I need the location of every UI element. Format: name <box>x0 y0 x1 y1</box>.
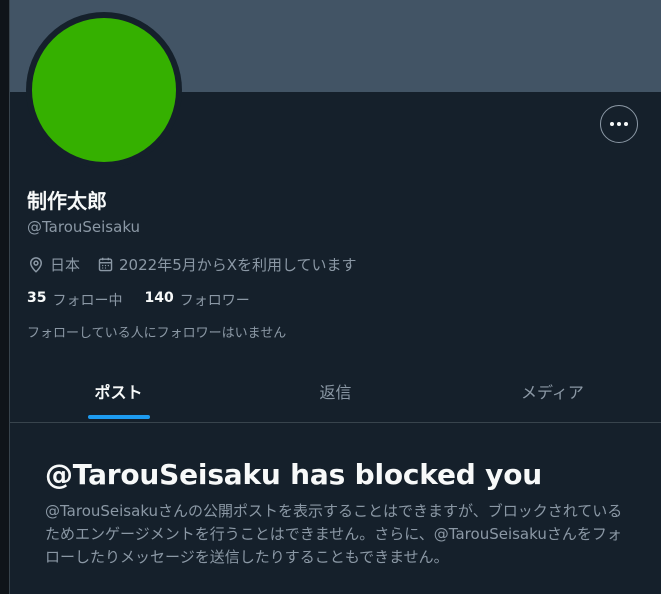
location-pin-icon <box>27 256 45 274</box>
following-link[interactable]: 35 フォロー中 <box>27 290 122 310</box>
left-edge <box>0 0 9 594</box>
tab-label: メディア <box>521 382 584 402</box>
blocked-description: @TarouSeisakuさんの公開ポストを表示することはできますが、ブロックさ… <box>45 502 623 566</box>
tab-posts[interactable]: ポスト <box>10 360 227 421</box>
avatar-image <box>32 18 176 162</box>
avatar[interactable] <box>26 12 182 168</box>
profile-meta: 日本 2022年5月からXを利用しています <box>27 254 357 275</box>
user-handle: @TarouSeisaku <box>27 218 141 236</box>
more-horizontal-icon <box>610 122 614 126</box>
follow-stats: 35 フォロー中 140 フォロワー <box>27 290 250 310</box>
following-count: 35 <box>27 290 47 306</box>
calendar-icon <box>97 256 114 273</box>
followers-label: フォロワー <box>179 293 250 309</box>
tab-replies[interactable]: 返信 <box>227 360 444 421</box>
followers-link[interactable]: 140 フォロワー <box>144 290 249 310</box>
location-text: 日本 <box>50 256 81 274</box>
blocked-title: @TarouSeisaku has blocked you <box>45 458 542 491</box>
active-tab-indicator <box>88 415 150 419</box>
following-label: フォロー中 <box>52 293 123 309</box>
joined-date: 2022年5月からXを利用しています <box>119 256 357 274</box>
tab-media[interactable]: メディア <box>444 360 661 421</box>
more-button[interactable] <box>600 105 638 143</box>
tab-label: ポスト <box>94 382 143 402</box>
followers-you-know-note: フォローしている人にフォロワーはいません <box>27 326 287 341</box>
profile-tabs: ポスト 返信 メディア <box>10 360 661 423</box>
followers-count: 140 <box>144 290 174 306</box>
tab-label: 返信 <box>319 382 352 402</box>
display-name: 制作太郎 <box>27 189 107 213</box>
